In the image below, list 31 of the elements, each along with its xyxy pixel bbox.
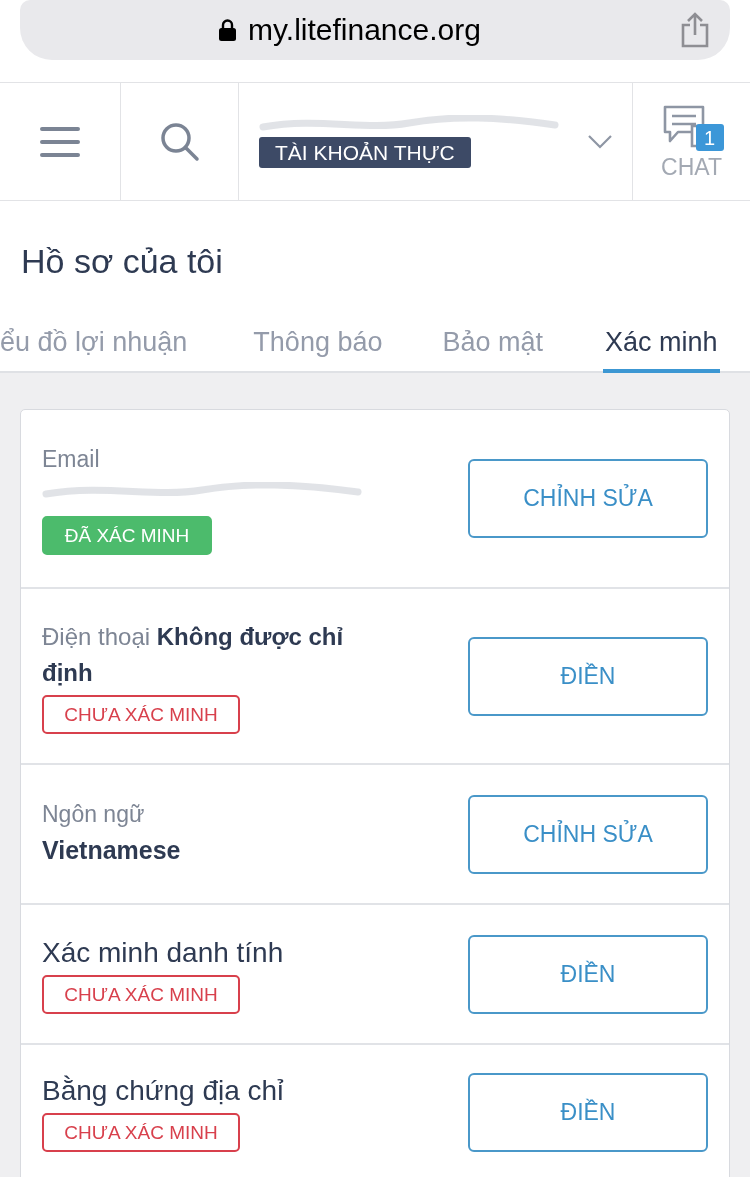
address-bar[interactable]: my.litefinance.org (20, 0, 730, 60)
field-value: Vietnamese (42, 835, 181, 866)
account-type-badge: TÀI KHOẢN THỰC (259, 137, 471, 168)
status-badge: CHƯA XÁC MINH (42, 974, 240, 1014)
action-button[interactable]: ĐIỀN (468, 934, 708, 1014)
tab[interactable]: ểu đồ lợi nhuận (0, 315, 188, 373)
action-button[interactable]: CHỈNH SỬA (468, 459, 708, 538)
field-label: Email (42, 444, 100, 474)
tab[interactable]: Bảo mật (442, 315, 544, 373)
tab[interactable]: Xác minh (603, 315, 720, 373)
section-title: Bằng chứng địa chỉ (42, 1074, 284, 1108)
unread-count-badge: 1 (695, 124, 724, 151)
tab[interactable]: Thông báo (253, 315, 383, 373)
status-badge: CHƯA XÁC MINH (42, 1113, 240, 1152)
menu-icon (40, 125, 80, 158)
chat-button[interactable]: 1 CHAT (633, 83, 750, 200)
field-text: Điện thoại Không được chỉ định (42, 621, 345, 688)
action-button[interactable]: CHỈNH SỬA (468, 794, 708, 874)
action-button[interactable]: ĐIỀN (468, 636, 708, 716)
status-badge: CHƯA XÁC MINH (42, 694, 240, 734)
status-badge: ĐÃ XÁC MINH (42, 515, 212, 555)
chevron-down-icon (588, 134, 612, 149)
page-title: Hồ sơ của tôi (20, 241, 224, 282)
lock-icon (219, 19, 237, 41)
account-selector[interactable]: TÀI KHOẢN THỰC (239, 83, 633, 200)
action-button[interactable]: ĐIỀN (468, 1073, 708, 1152)
url-text: my.litefinance.org (248, 15, 481, 45)
section-title: Xác minh danh tính (42, 935, 284, 970)
search-icon (159, 121, 200, 162)
field-label: Ngôn ngữ (42, 800, 145, 829)
share-icon (680, 12, 710, 48)
